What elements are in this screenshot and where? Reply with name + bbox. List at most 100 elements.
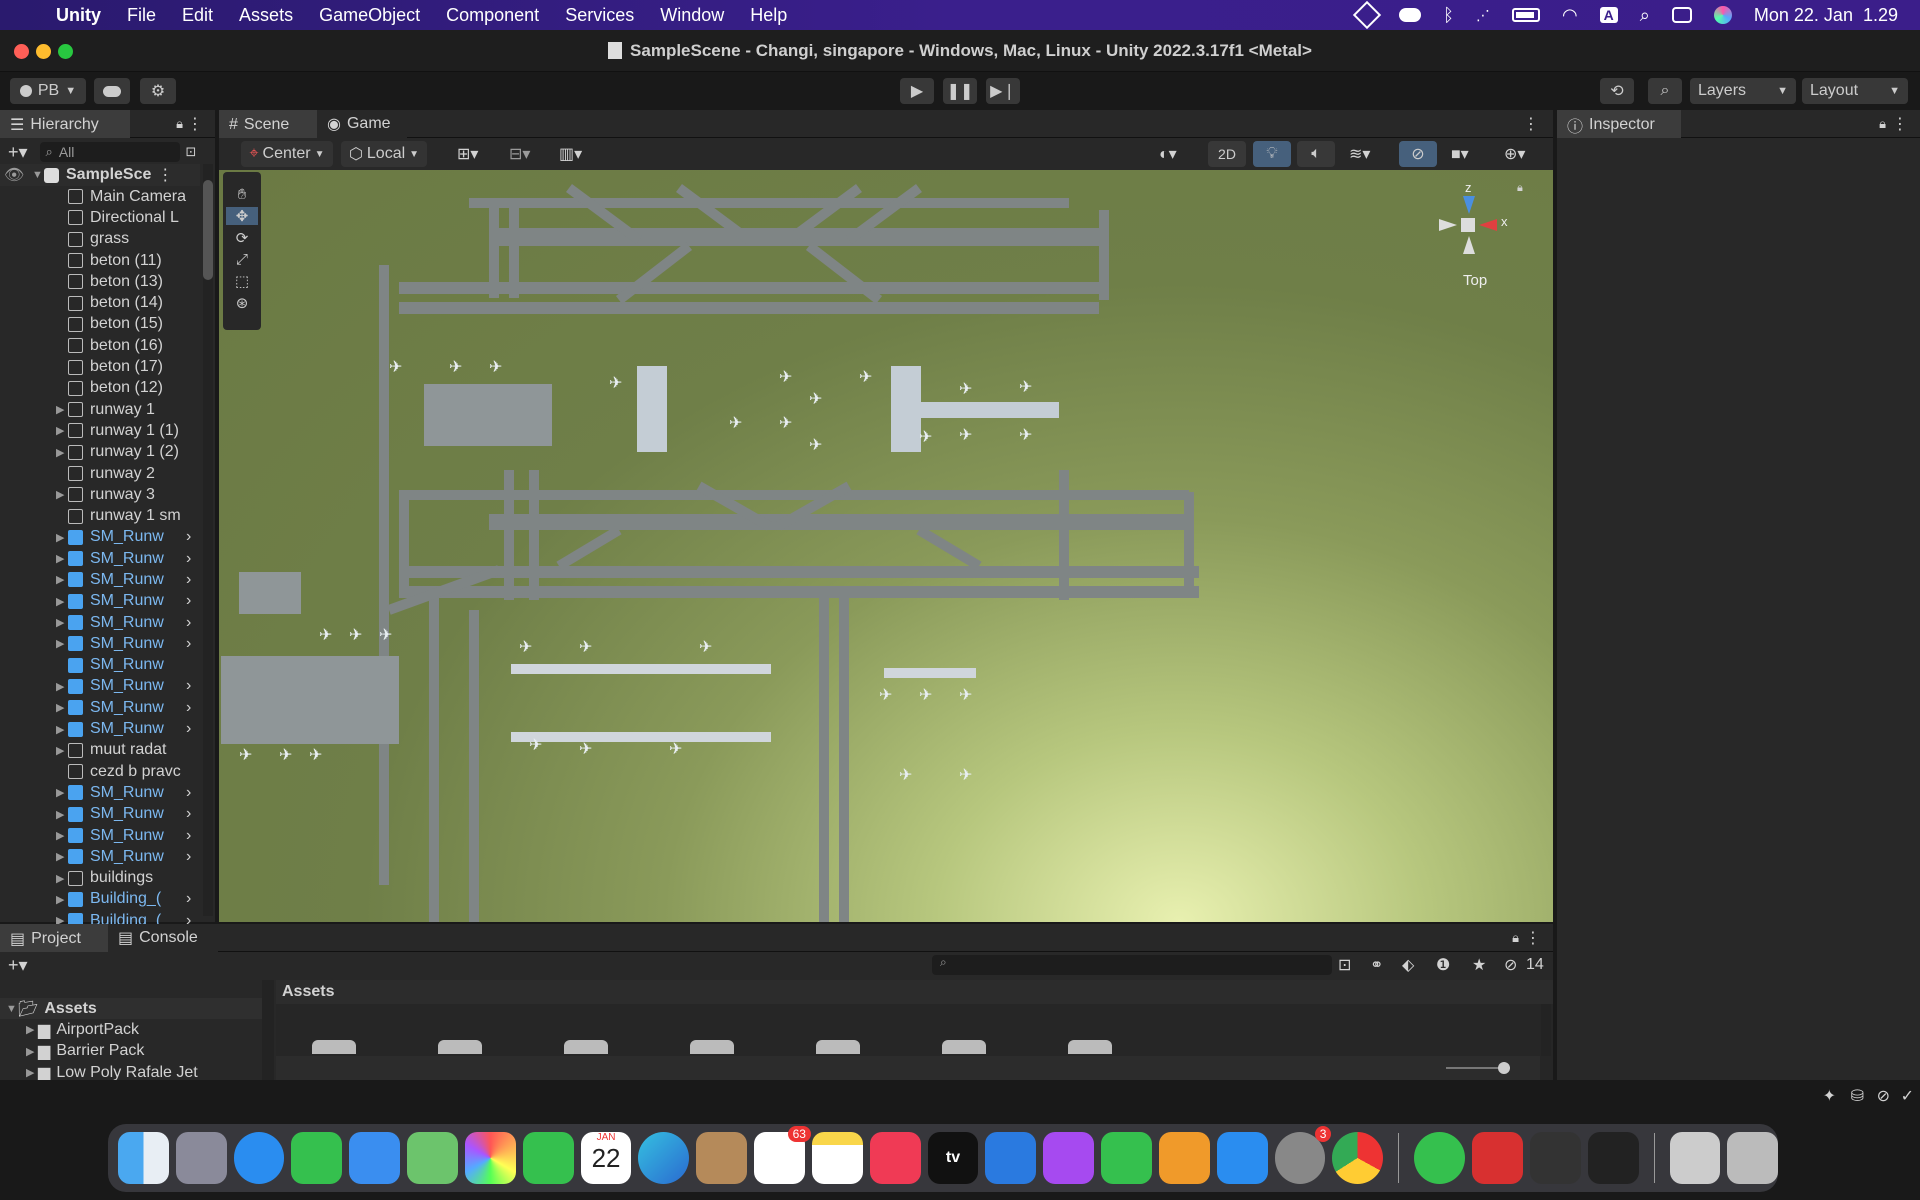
folder-icon[interactable] (690, 1040, 734, 1054)
lock-icon[interactable]: 🔒︎ (1879, 116, 1886, 132)
chevron-right-icon[interactable]: ▶ (56, 531, 68, 544)
tree-item-barrier-pack[interactable]: ▶ ▆ Barrier Pack (0, 1041, 262, 1062)
camera-icon[interactable]: ■▾ (1451, 144, 1469, 164)
layout-dropdown[interactable]: Layout ▼ (1802, 78, 1908, 104)
hierarchy-item[interactable]: grass (0, 229, 200, 250)
chevron-right-icon[interactable]: ▶ (56, 744, 68, 757)
more-options-icon[interactable]: ⋮ (1525, 928, 1541, 948)
tab-game[interactable]: ◉ Game (317, 109, 407, 138)
create-asset-button[interactable]: +▾ (8, 955, 28, 976)
network-activity-icon[interactable]: ⋰ (1476, 7, 1490, 24)
cloud-sync-icon[interactable] (1399, 8, 1422, 22)
spotlight-search-icon[interactable]: ⌕ (1640, 5, 1650, 26)
unity-status-icon[interactable] (1352, 0, 1382, 30)
assets-scrollbar[interactable] (1541, 1004, 1551, 1056)
folder-icon[interactable] (564, 1040, 608, 1054)
launchpad-icon[interactable] (175, 1132, 227, 1184)
prefab-open-icon[interactable]: › (186, 805, 191, 823)
hierarchy-item[interactable]: ▶ SM_Runw › (0, 718, 200, 739)
hierarchy-scrollbar[interactable] (203, 164, 213, 916)
chevron-right-icon[interactable]: ▶ (56, 573, 68, 586)
facetime-icon[interactable] (522, 1132, 574, 1184)
chevron-right-icon[interactable]: ▶ (56, 893, 68, 906)
cache-icon[interactable]: ⛁ (1851, 1086, 1864, 1106)
prefab-open-icon[interactable]: › (186, 848, 191, 866)
hierarchy-item[interactable]: runway 2 (0, 463, 200, 484)
hierarchy-item[interactable]: beton (15) (0, 314, 200, 335)
move-tool-icon[interactable]: ✥ (226, 207, 258, 225)
input-source-icon[interactable]: A (1599, 7, 1618, 23)
reminders-icon[interactable]: 63 (754, 1126, 811, 1184)
layers-dropdown[interactable]: Layers ▼ (1690, 78, 1796, 104)
hierarchy-item[interactable]: ▶ SM_Runw › (0, 825, 200, 846)
hierarchy-item[interactable]: ▶ SM_Runw › (0, 527, 200, 548)
prefab-open-icon[interactable]: › (186, 571, 191, 589)
visibility-icon[interactable]: 👁︎ (4, 165, 32, 185)
thumbnail-size-slider[interactable] (1446, 1062, 1510, 1074)
chevron-right-icon[interactable]: ▶ (56, 595, 68, 608)
prefab-open-icon[interactable]: › (186, 550, 191, 568)
keynote-icon[interactable] (985, 1132, 1037, 1184)
search-button[interactable]: ⌕ (1648, 78, 1682, 104)
menu-component[interactable]: Component (446, 5, 539, 26)
mail-icon[interactable] (349, 1132, 401, 1184)
hierarchy-item[interactable]: Directional L (0, 207, 200, 228)
hierarchy-item[interactable]: beton (16) (0, 335, 200, 356)
hierarchy-search-input[interactable]: ⌕ All (39, 142, 180, 162)
hierarchy-item[interactable]: ▶ runway 3 (0, 484, 200, 505)
scene-viewport[interactable]: ✈ ✈ ✈ ✈ ✈ ✈ ✈ ✈ ✈ ✈ ✈ ✈ ✈ ✈ ✈ ✈ ✈ ✈ ✈ ✈ ✈ ✈ ✈ ✈ ✈ ✈ ✈ ✈ ✈ ✈ … (219, 170, 1553, 922)
more-options-icon[interactable]: ⋮ (1892, 114, 1908, 134)
chevron-right-icon[interactable]: ▶ (56, 786, 68, 799)
project-tree-scrollbar[interactable] (262, 980, 274, 1080)
chevron-right-icon[interactable]: ▶ (56, 424, 68, 437)
chevron-right-icon[interactable]: ▶ (26, 1045, 38, 1058)
prefab-open-icon[interactable]: › (186, 614, 191, 632)
tab-hierarchy[interactable]: ☰ Hierarchy (0, 109, 130, 138)
warning-icon[interactable]: ❶ (1436, 955, 1450, 975)
zoom-window-button[interactable] (58, 44, 73, 59)
gizmo-lock-icon[interactable]: 🔒︎ (1517, 182, 1523, 195)
pause-button[interactable]: ❚❚ (943, 78, 977, 104)
chevron-right-icon[interactable]: ▶ (56, 552, 68, 565)
prefab-open-icon[interactable]: › (186, 784, 191, 802)
network-icon[interactable]: ⊘ (1877, 1086, 1890, 1106)
debug-icon[interactable]: ✦ (1823, 1086, 1836, 1106)
system-settings-icon[interactable]: 3 (1274, 1126, 1332, 1184)
lock-icon[interactable]: 🔒︎ (1512, 930, 1519, 946)
prefab-open-icon[interactable]: › (186, 699, 191, 717)
chevron-right-icon[interactable]: ▶ (56, 850, 68, 863)
photos-icon[interactable] (464, 1132, 516, 1184)
menu-window[interactable]: Window (660, 5, 724, 26)
orientation-gizmo[interactable]: z x 🔒︎ Top (1439, 180, 1529, 300)
wifi-icon[interactable]: ◠ (1562, 5, 1578, 26)
bluetooth-icon[interactable]: ᛒ (1443, 5, 1454, 26)
hierarchy-item[interactable]: ▶ buildings (0, 868, 200, 889)
tree-item-low-poly-rafale-jet[interactable]: ▶ ▆ Low Poly Rafale Jet (0, 1062, 262, 1080)
tag-icon[interactable]: ⬖ (1402, 955, 1414, 975)
trash-icon[interactable] (1727, 1132, 1779, 1184)
increment-snap-icon[interactable]: ⊟▾ (509, 144, 530, 164)
hierarchy-item[interactable]: beton (17) (0, 356, 200, 377)
chevron-right-icon[interactable]: ▶ (56, 829, 68, 842)
hierarchy-item[interactable]: ▶ muut radat (0, 740, 200, 761)
audio-toggle[interactable]: 🔈︎ (1297, 141, 1335, 167)
pivot-center-dropdown[interactable]: ⌖ Center ▼ (241, 141, 333, 167)
folder-icon[interactable] (312, 1040, 356, 1054)
hand-tool-icon[interactable]: ✋︎ (238, 186, 247, 203)
assets-breadcrumb[interactable]: Assets (276, 980, 1553, 1004)
maps-icon[interactable] (407, 1132, 458, 1184)
scene-menu-icon[interactable]: ⋮ (157, 165, 173, 185)
folder-icon[interactable] (816, 1040, 860, 1054)
draw-mode-icon[interactable]: ◐▾ (1159, 144, 1177, 164)
rotate-tool-icon[interactable]: ⟳ (236, 229, 249, 247)
folder-icon[interactable] (438, 1040, 482, 1054)
search-by-type-icon[interactable]: ⊡ (1338, 955, 1351, 975)
downloads-stack-icon[interactable] (1669, 1132, 1721, 1184)
chevron-down-icon[interactable]: ▼ (32, 169, 44, 181)
menu-gameobject[interactable]: GameObject (319, 5, 420, 26)
menu-file[interactable]: File (127, 5, 156, 26)
hierarchy-scroll-thumb[interactable] (203, 180, 213, 280)
menu-help[interactable]: Help (750, 5, 787, 26)
more-options-icon[interactable]: ⋮ (1523, 114, 1539, 134)
gizmo-neg-z-axis[interactable] (1463, 236, 1475, 254)
